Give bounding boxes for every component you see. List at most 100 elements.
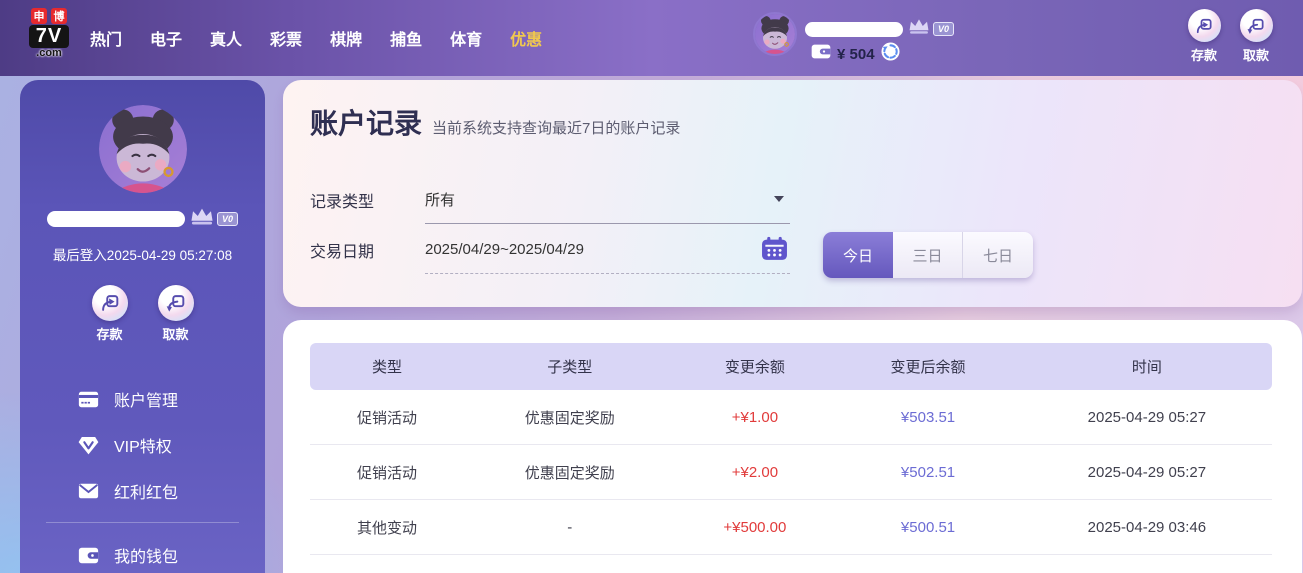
sidebar-quick-actions: 存款 取款 (20, 285, 265, 343)
record-type-filter-row: 记录类型 所有 (310, 176, 790, 224)
page-title: 账户记录 (310, 102, 422, 142)
records-table: 类型 子类型 变更余额 变更后余额 时间 促销活动 优惠固定奖励 +¥1.00 … (310, 343, 1272, 555)
cell-balance-after: ¥500.51 (834, 519, 1022, 536)
nav-item-fishing[interactable]: 捕鱼 (390, 26, 422, 50)
sidebar-crown-icon (189, 207, 215, 231)
avatar-image (755, 14, 795, 54)
header-balance-after: 变更后余额 (834, 356, 1022, 377)
avatar[interactable] (753, 12, 797, 56)
sidebar: V0 最后登入2025-04-29 05:27:08 存款 (20, 80, 265, 573)
sidebar-item-label: VIP特权 (114, 433, 172, 457)
envelope-icon (78, 483, 99, 499)
page-subtitle: 当前系统支持查询最近7日的账户记录 (432, 117, 680, 138)
sidebar-item-bonus-red-packet[interactable]: 红利红包 (20, 468, 265, 514)
withdraw-button[interactable]: 取款 (1234, 9, 1278, 64)
user-cluster: V0 ¥ 504 (753, 10, 963, 66)
table-header-row: 类型 子类型 变更余额 变更后余额 时间 (310, 343, 1272, 390)
cell-change-amount: +¥2.00 (676, 464, 835, 481)
panel-title-row: 账户记录 当前系统支持查询最近7日的账户记录 (310, 102, 680, 142)
nav-item-lottery[interactable]: 彩票 (270, 26, 302, 50)
record-type-value: 所有 (425, 189, 455, 210)
nav-item-promos[interactable]: 优惠 (510, 26, 542, 50)
logo-badges: 申 博 (18, 8, 80, 24)
nav-item-hot[interactable]: 热门 (90, 26, 122, 50)
deposit-button[interactable]: 存款 (1182, 9, 1226, 64)
sidebar-withdraw-button[interactable]: 取款 (154, 285, 198, 343)
table-row: 其他变动 - +¥500.00 ¥500.51 2025-04-29 03:46 (310, 500, 1272, 555)
sidebar-item-label: 账户管理 (114, 387, 178, 411)
withdraw-icon (1240, 9, 1273, 42)
withdraw-label: 取款 (1234, 45, 1278, 64)
header-type: 类型 (310, 356, 464, 377)
sidebar-divider (46, 522, 239, 523)
date-range-input[interactable]: 2025/04/29~2025/04/29 (425, 226, 790, 274)
balance-row: ¥ 504 (811, 42, 900, 66)
cell-time: 2025-04-29 05:27 (1022, 464, 1272, 481)
cell-time: 2025-04-29 03:46 (1022, 519, 1272, 536)
cell-balance-after: ¥503.51 (834, 409, 1022, 426)
table-row: 促销活动 优惠固定奖励 +¥1.00 ¥503.51 2025-04-29 05… (310, 390, 1272, 445)
range-button-seven-days[interactable]: 七日 (963, 232, 1033, 278)
bank-card-icon (78, 391, 99, 408)
sidebar-item-label: 我的钱包 (114, 543, 178, 567)
range-button-today[interactable]: 今日 (823, 232, 893, 278)
cell-change-amount: +¥1.00 (676, 409, 835, 426)
cell-time: 2025-04-29 05:27 (1022, 409, 1272, 426)
top-bar: 申 博 7V .com 热门 电子 真人 彩票 棋牌 捕鱼 体育 优惠 (0, 0, 1303, 76)
logo-badge-left: 申 (31, 8, 47, 24)
wallet-icon (78, 547, 99, 564)
username-row: V0 (805, 18, 954, 40)
cell-subtype: 优惠固定奖励 (464, 407, 676, 428)
date-range-button-group: 今日 三日 七日 (823, 232, 1033, 278)
header-change-amount: 变更余额 (676, 356, 835, 377)
username-censored (805, 22, 903, 37)
sidebar-deposit-button[interactable]: 存款 (88, 285, 132, 343)
nav-item-live[interactable]: 真人 (210, 26, 242, 50)
cell-subtype: 优惠固定奖励 (464, 462, 676, 483)
nav-item-cards[interactable]: 棋牌 (330, 26, 362, 50)
page: 申 博 7V .com 热门 电子 真人 彩票 棋牌 捕鱼 体育 优惠 (0, 0, 1303, 573)
sidebar-vip-badge: V0 (217, 212, 238, 226)
header-time: 时间 (1022, 356, 1272, 377)
cell-type: 促销活动 (310, 462, 464, 483)
sidebar-withdraw-label: 取款 (154, 324, 198, 343)
refresh-balance-icon[interactable] (881, 42, 900, 66)
sidebar-item-label: 红利红包 (114, 479, 178, 503)
logo-name: 7V (29, 25, 69, 48)
calendar-icon[interactable] (761, 236, 788, 266)
sidebar-avatar[interactable] (99, 105, 187, 193)
nav-item-sports[interactable]: 体育 (450, 26, 482, 50)
nav-item-slots[interactable]: 电子 (150, 26, 182, 50)
record-type-label: 记录类型 (310, 188, 425, 212)
transaction-date-filter-row: 交易日期 2025/04/29~2025/04/29 (310, 226, 790, 274)
sidebar-item-my-wallet[interactable]: 我的钱包 (20, 532, 265, 573)
record-type-select[interactable]: 所有 (425, 176, 790, 224)
cell-change-amount: +¥500.00 (676, 519, 835, 536)
cell-type: 其他变动 (310, 517, 464, 538)
range-button-three-days[interactable]: 三日 (893, 232, 963, 278)
records-table-panel: 类型 子类型 变更余额 变更后余额 时间 促销活动 优惠固定奖励 +¥1.00 … (283, 320, 1302, 573)
sidebar-username-censored (47, 211, 185, 227)
site-logo[interactable]: 申 博 7V .com (18, 8, 80, 59)
sidebar-username-row: V0 (20, 207, 265, 231)
deposit-label: 存款 (1182, 45, 1226, 64)
deposit-icon (1188, 9, 1221, 42)
cell-type: 促销活动 (310, 407, 464, 428)
crown-icon (907, 18, 931, 40)
vip-gem-icon (78, 436, 99, 455)
logo-badge-right: 博 (51, 8, 67, 24)
sidebar-item-vip-privileges[interactable]: VIP特权 (20, 422, 265, 468)
chevron-down-icon (774, 196, 784, 202)
header-subtype: 子类型 (464, 356, 676, 377)
balance-value: ¥ 504 (837, 46, 875, 63)
transaction-date-label: 交易日期 (310, 238, 425, 262)
sidebar-menu: 账户管理 VIP特权 红利红包 (20, 376, 265, 573)
main-nav: 热门 电子 真人 彩票 棋牌 捕鱼 体育 优惠 (90, 0, 542, 76)
sidebar-withdraw-icon (158, 285, 194, 321)
table-row: 促销活动 优惠固定奖励 +¥2.00 ¥502.51 2025-04-29 05… (310, 445, 1272, 500)
sidebar-item-account-management[interactable]: 账户管理 (20, 376, 265, 422)
cell-subtype: - (464, 519, 676, 536)
sidebar-avatar-image (99, 105, 187, 193)
wallet-icon (811, 44, 831, 64)
account-records-panel: 账户记录 当前系统支持查询最近7日的账户记录 记录类型 所有 交易日期 2025… (283, 80, 1302, 307)
